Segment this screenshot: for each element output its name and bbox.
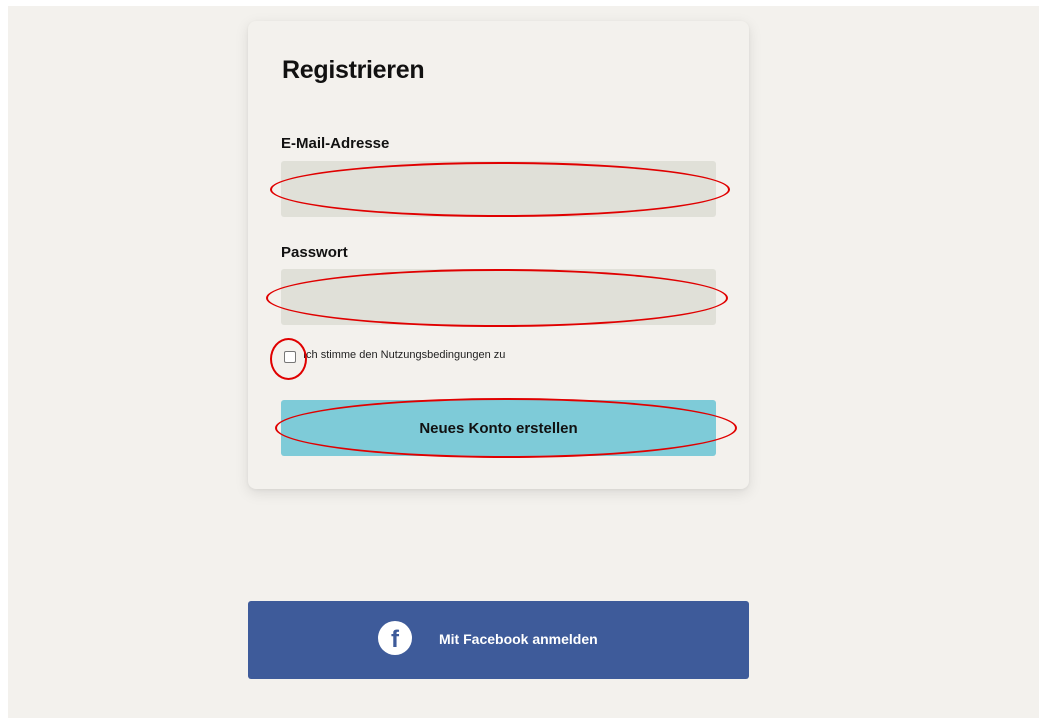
create-account-button[interactable]: Neues Konto erstellen <box>281 400 716 456</box>
password-label: Passwort <box>281 244 348 261</box>
create-account-button-label: Neues Konto erstellen <box>419 419 578 437</box>
facebook-login-button[interactable]: f Mit Facebook anmelden <box>248 601 749 679</box>
terms-checkbox[interactable] <box>284 351 296 363</box>
register-card: Registrieren E-Mail-Adresse Passwort Ich… <box>248 21 749 489</box>
password-field[interactable] <box>281 269 716 325</box>
facebook-login-label: Mit Facebook anmelden <box>439 631 598 647</box>
terms-label[interactable]: Ich stimme den Nutzungsbedingungen zu <box>303 349 505 361</box>
email-field[interactable] <box>281 161 716 217</box>
page-title: Registrieren <box>282 56 425 84</box>
email-label: E-Mail-Adresse <box>281 135 390 152</box>
facebook-icon: f <box>378 621 412 655</box>
